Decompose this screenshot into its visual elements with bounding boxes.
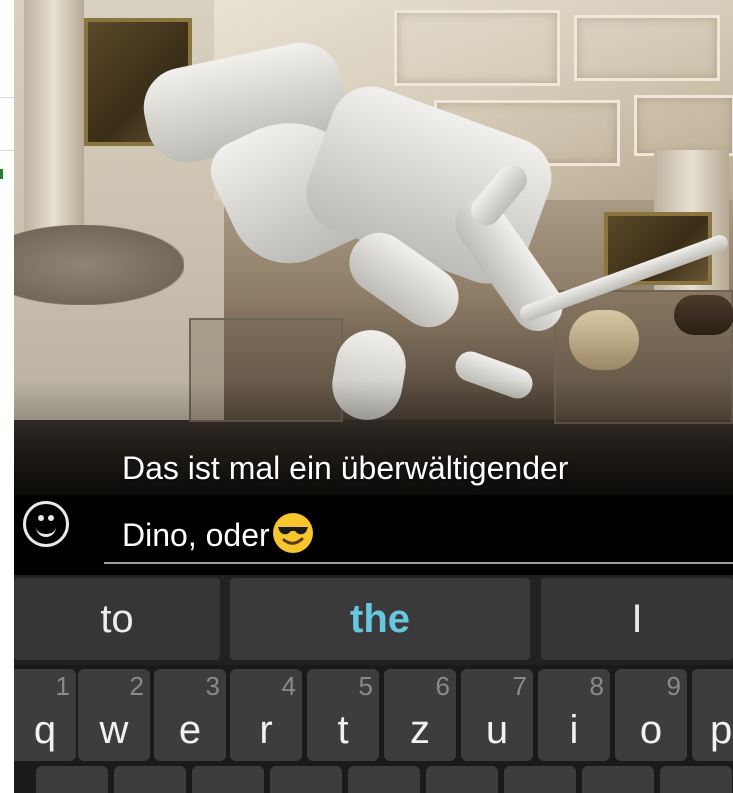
key-letter: o [639,708,663,752]
key-hint: 5 [358,671,373,701]
key-letter: q [33,708,57,752]
key-row2[interactable] [426,766,498,793]
key-i[interactable]: 8 i [538,669,610,761]
key-row2[interactable] [582,766,654,793]
key-q[interactable]: 1 q [14,669,76,761]
message-first-line[interactable]: Das ist mal ein überwältigender [122,450,568,487]
smiley-face-icon[interactable] [23,501,69,547]
key-hint: 9 [666,671,681,701]
key-letter: e [178,708,202,752]
suggestion-middle[interactable]: the [230,578,530,660]
key-letter: t [337,708,349,752]
ceiling-coffer [634,95,733,156]
key-row2[interactable] [114,766,186,793]
suggestion-right[interactable]: I [541,578,733,660]
key-row2[interactable] [192,766,264,793]
key-row2[interactable] [504,766,576,793]
strip-divider [0,150,14,151]
ceiling-coffer [574,15,720,81]
key-e[interactable]: 3 e [154,669,226,761]
smiley-eye [48,515,54,521]
suggestion-strip: to the I [14,575,733,665]
key-letter: z [410,708,430,752]
sunglasses-emoji-icon [272,512,314,554]
phone-screen: Das ist mal ein überwältigender Dino, od… [14,0,733,793]
key-u[interactable]: 7 u [461,669,533,761]
smiley-mouth [36,524,56,537]
message-input-text: Dino, oder [122,512,314,554]
key-row2[interactable] [36,766,108,793]
smiley-eye [38,515,44,521]
photo-column [24,0,84,230]
background-page-strip [0,0,14,793]
key-row2[interactable] [270,766,342,793]
message-input-bar: Dino, oder [14,495,733,575]
key-letter: w [99,708,129,752]
soft-keyboard: to the I 1 q 2 w 3 e 4 r 5 t 6 z 7 u 8 i… [14,575,733,793]
key-hint: 7 [512,671,527,701]
key-letter: i [569,708,579,752]
message-input-value: Dino, oder [122,517,270,553]
key-letter: u [485,708,509,752]
message-input-field[interactable]: Dino, oder [104,495,733,564]
key-row2[interactable] [348,766,420,793]
key-letter: r [259,708,273,752]
key-r[interactable]: 4 r [230,669,302,761]
key-w[interactable]: 2 w [78,669,150,761]
ceiling-coffer [394,10,560,86]
whale-fossil [14,225,184,305]
strip-divider [0,97,14,98]
key-o[interactable]: 9 o [615,669,687,761]
key-hint: 1 [55,671,70,701]
key-p[interactable]: p [692,669,733,761]
key-hint: 8 [589,671,604,701]
key-hint: 3 [205,671,220,701]
key-row2[interactable] [660,766,732,793]
suggestion-left[interactable]: to [14,578,220,660]
key-hint: 4 [281,671,296,701]
key-letter: p [710,708,733,752]
strip-marker [0,169,3,179]
key-hint: 6 [435,671,450,701]
key-z[interactable]: 6 z [384,669,456,761]
dinosaur-museum-photo [14,0,733,495]
key-t[interactable]: 5 t [307,669,379,761]
key-hint: 2 [129,671,144,701]
